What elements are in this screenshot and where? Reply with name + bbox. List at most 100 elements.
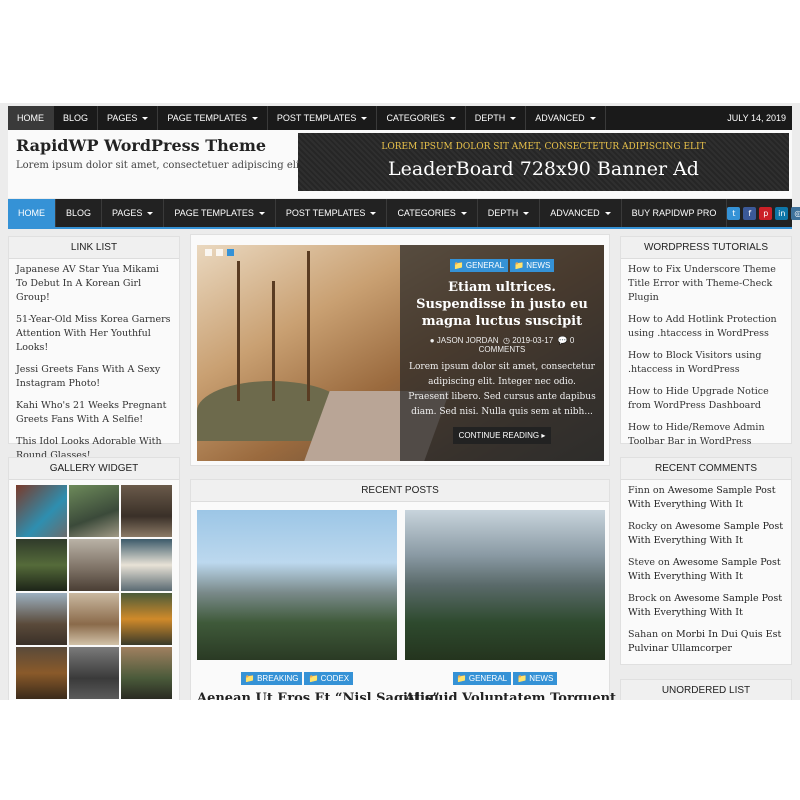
- slider-dot[interactable]: [216, 249, 223, 256]
- mainnav-categories[interactable]: CATEGORIES: [387, 199, 478, 227]
- topnav-post-templates-label: POST TEMPLATES: [276, 113, 357, 123]
- mainnav-pages-label: PAGES: [112, 208, 143, 218]
- chevron-down-icon: [589, 116, 596, 120]
- mainnav-advanced[interactable]: ADVANCED: [540, 199, 622, 227]
- topnav-blog-label: BLOG: [63, 113, 89, 123]
- mainnav-buy-pro[interactable]: BUY RAPIDWP PRO: [622, 199, 728, 227]
- gallery-image[interactable]: [68, 647, 120, 699]
- image-palm: [307, 251, 310, 401]
- gallery-widget: GALLERY WIDGET: [8, 457, 180, 700]
- featured-overlay: 📁 GENERAL 📁 NEWS Etiam ultrices. Suspendi…: [400, 245, 604, 461]
- widget-title: GALLERY WIDGET: [9, 458, 179, 480]
- comment-on: on: [660, 521, 673, 532]
- pinterest-icon[interactable]: p: [759, 206, 773, 220]
- slider-dot[interactable]: [205, 249, 212, 256]
- topnav-categories-label: CATEGORIES: [386, 113, 445, 123]
- chevron-down-icon: [251, 116, 258, 120]
- gallery-image[interactable]: [121, 485, 172, 537]
- comment-post-link[interactable]: Awesome Sample Post With Everything With…: [628, 485, 776, 510]
- link-item[interactable]: Kahi Who's 21 Weeks Pregnant Greets Fans…: [16, 399, 172, 427]
- category-tag[interactable]: 📁 NEWS: [513, 672, 558, 685]
- chevron-down-icon: [604, 211, 611, 215]
- mainnav-buy-pro-label: BUY RAPIDWP PRO: [631, 208, 717, 218]
- linkedin-icon[interactable]: in: [775, 206, 789, 220]
- featured-title[interactable]: Etiam ultrices. Suspendisse in justo eu …: [408, 279, 596, 330]
- slider-dot-active[interactable]: [227, 249, 234, 256]
- mainnav-page-templates-label: PAGE TEMPLATES: [174, 208, 254, 218]
- topnav-blog[interactable]: BLOG: [54, 106, 99, 130]
- topnav-advanced-label: ADVANCED: [535, 113, 585, 123]
- author-icon: ●: [429, 336, 435, 345]
- site-description: Lorem ipsum dolor sit amet, consectetuer…: [16, 160, 307, 171]
- gallery-image[interactable]: [68, 539, 120, 591]
- gallery-image[interactable]: [121, 647, 172, 699]
- post-image[interactable]: [197, 510, 397, 660]
- link-item[interactable]: 51-Year-Old Miss Korea Garners Attention…: [16, 313, 172, 355]
- continue-reading-button[interactable]: CONTINUE READING ▸: [452, 427, 552, 444]
- topnav-categories[interactable]: CATEGORIES: [377, 106, 466, 130]
- category-tag[interactable]: 📁 CODEX: [304, 672, 354, 685]
- mainnav-categories-label: CATEGORIES: [397, 208, 456, 218]
- tutorial-link[interactable]: How to Hide Upgrade Notice from WordPres…: [628, 385, 784, 413]
- recent-post-card: 📁 BREAKING 📁 CODEX Aenean Ut Eros Et “Nis…: [197, 510, 440, 700]
- gallery-image[interactable]: [16, 539, 67, 591]
- category-tag[interactable]: 📁 GENERAL: [449, 259, 509, 272]
- facebook-icon[interactable]: f: [743, 206, 757, 220]
- comment-author: Brock: [628, 593, 657, 604]
- mainnav-home[interactable]: HOME: [8, 199, 56, 227]
- banner-title: LeaderBoard 728x90 Banner Ad: [388, 158, 699, 180]
- tutorial-link[interactable]: How to Hide/Remove Admin Toolbar Bar in …: [628, 421, 784, 449]
- topnav-post-templates[interactable]: POST TEMPLATES: [268, 106, 378, 130]
- category-tag[interactable]: 📁 NEWS: [510, 259, 555, 272]
- tutorial-link[interactable]: How to Block Visitors using .htaccess in…: [628, 349, 784, 377]
- post-title[interactable]: Aenean Ut Eros Et “Nisl Sagittis”: [197, 691, 440, 700]
- mainnav-page-templates[interactable]: PAGE TEMPLATES: [164, 199, 276, 227]
- topnav-pages[interactable]: PAGES: [98, 106, 159, 130]
- leaderboard-banner-ad[interactable]: LOREM IPSUM DOLOR SIT AMET, CONSECTETUR …: [298, 133, 789, 191]
- gallery-image[interactable]: [16, 485, 67, 537]
- main-navigation: HOME BLOG PAGES PAGE TEMPLATES POST TEMP…: [8, 199, 800, 229]
- post-author[interactable]: JASON JORDAN: [437, 336, 499, 345]
- category-tag[interactable]: 📁 GENERAL: [452, 672, 512, 685]
- link-item[interactable]: Jessi Greets Fans With A Sexy Instagram …: [16, 363, 172, 391]
- gallery-image[interactable]: [16, 647, 67, 699]
- comment-on: on: [659, 593, 672, 604]
- link-item[interactable]: Japanese AV Star Yua Mikami To Debut In …: [16, 263, 172, 305]
- site-title[interactable]: RapidWP WordPress Theme: [16, 136, 266, 155]
- post-title[interactable]: Aliquid Voluptatem Torquent: [405, 691, 616, 700]
- gallery-image[interactable]: [121, 593, 172, 645]
- gallery-image[interactable]: [121, 539, 172, 591]
- tutorial-link[interactable]: How to Fix Underscore Theme Title Error …: [628, 263, 784, 305]
- topnav-depth[interactable]: DEPTH: [466, 106, 527, 130]
- page: HOME BLOG PAGES PAGE TEMPLATES POST TEMP…: [0, 103, 800, 700]
- category-tag-label: NEWS: [526, 261, 551, 270]
- gallery-image[interactable]: [68, 485, 120, 537]
- category-tag-label: NEWS: [529, 674, 554, 683]
- topnav-page-templates[interactable]: PAGE TEMPLATES: [158, 106, 268, 130]
- instagram-icon[interactable]: ◎: [791, 206, 800, 220]
- gallery-image[interactable]: [16, 593, 67, 645]
- featured-image[interactable]: 📁 GENERAL 📁 NEWS Etiam ultrices. Suspendi…: [197, 245, 604, 461]
- mainnav-post-templates[interactable]: POST TEMPLATES: [276, 199, 388, 227]
- comment-item: Finn on Awesome Sample Post With Everyth…: [628, 484, 784, 512]
- featured-excerpt: Lorem ipsum dolor sit amet, consectetur …: [408, 362, 596, 417]
- wordpress-tutorials-widget: WORDPRESS TUTORIALS How to Fix Underscor…: [620, 236, 792, 447]
- gallery-image[interactable]: [68, 593, 120, 645]
- mainnav-blog[interactable]: BLOG: [56, 199, 103, 227]
- tutorial-link[interactable]: How to Add Hotlink Protection using .hta…: [628, 313, 784, 341]
- mainnav-pages[interactable]: PAGES: [102, 199, 165, 227]
- clock-icon: ◷: [503, 336, 511, 345]
- mainnav-depth-label: DEPTH: [487, 208, 519, 218]
- topnav-page-templates-label: PAGE TEMPLATES: [167, 113, 247, 123]
- category-tag[interactable]: 📁 BREAKING: [240, 672, 303, 685]
- mainnav-post-templates-label: POST TEMPLATES: [285, 208, 366, 218]
- topnav-home[interactable]: HOME: [8, 106, 54, 130]
- link-list-widget: LINK LIST Japanese AV Star Yua Mikami To…: [8, 236, 180, 461]
- mainnav-depth[interactable]: DEPTH: [478, 199, 541, 227]
- topnav-advanced[interactable]: ADVANCED: [526, 106, 606, 130]
- comments-icon: 💬: [557, 336, 568, 345]
- recent-post-card: 📁 GENERAL 📁 NEWS Aliquid Voluptatem Torqu…: [405, 510, 616, 700]
- twitter-icon[interactable]: t: [727, 206, 741, 220]
- post-image[interactable]: [405, 510, 605, 660]
- chevron-down-icon: [510, 116, 517, 120]
